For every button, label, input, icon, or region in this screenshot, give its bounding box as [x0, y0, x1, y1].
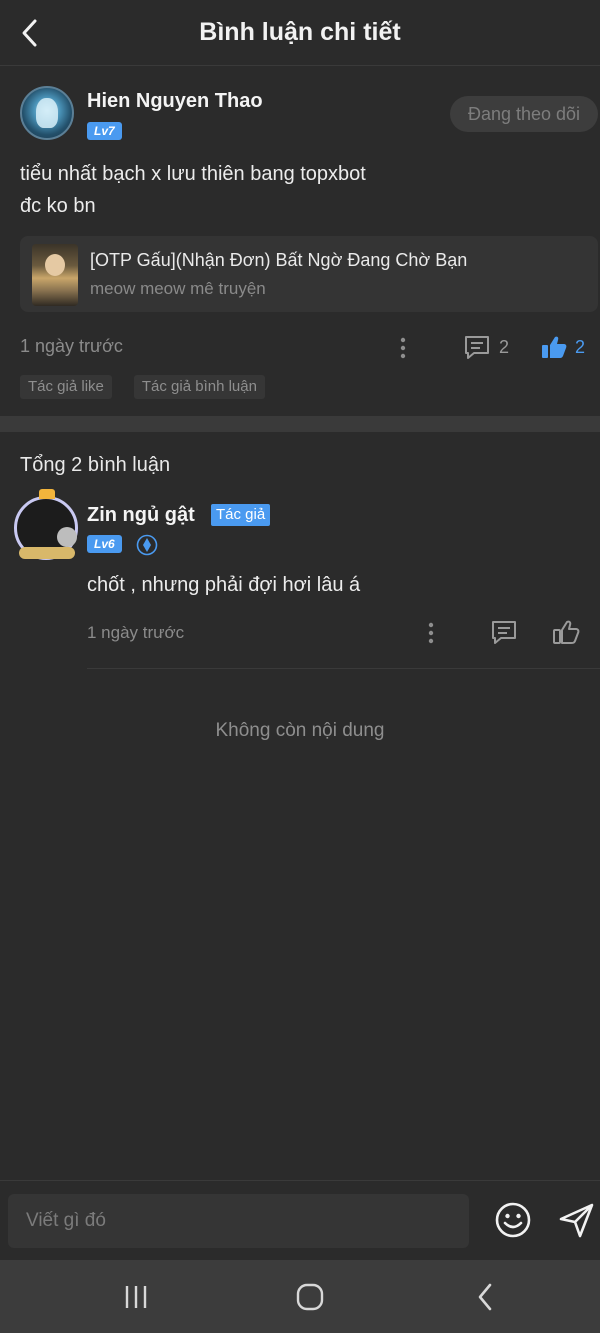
tag-author-comment: Tác giả bình luận	[133, 375, 265, 399]
emoji-button[interactable]	[494, 1201, 532, 1239]
story-cover-image	[32, 244, 78, 306]
story-author: meow meow mê truyện	[90, 279, 266, 298]
section-divider	[0, 416, 600, 432]
level-badge: Lv6	[87, 535, 122, 553]
back-icon	[478, 1283, 492, 1311]
avatar[interactable]	[14, 489, 78, 560]
system-back-button[interactable]	[466, 1280, 506, 1314]
end-of-list-label: Không còn nội dung	[215, 720, 385, 741]
avatar[interactable]	[20, 86, 74, 140]
username[interactable]: Zin ngủ gật	[87, 504, 195, 527]
total-comments-label: Tổng 2 bình luận	[20, 454, 171, 476]
story-card[interactable]: [OTP Gấu](Nhận Đơn) Bất Ngờ Đang Chờ Bạn…	[20, 236, 598, 312]
comment-count: 2	[499, 337, 510, 357]
comment-count-button[interactable]: 2	[463, 334, 523, 362]
tag-list: Tác giả like Tác giả bình luận	[20, 375, 265, 399]
like-button[interactable]: 2	[540, 334, 595, 362]
thumb-up-icon[interactable]	[552, 618, 580, 646]
recent-apps-button[interactable]	[116, 1280, 156, 1314]
story-title: [OTP Gấu](Nhận Đơn) Bất Ngờ Đang Chờ Bạn	[90, 250, 468, 270]
comment-icon[interactable]	[490, 619, 518, 645]
top-bar: Bình luận chi tiết	[0, 0, 600, 66]
comment-actions: 1 ngày trước 2 2	[0, 334, 600, 364]
reply-text: chốt , nhưng phải đợi hơi lâu á	[87, 574, 361, 596]
system-nav-bar	[0, 1260, 600, 1333]
emoji-icon	[495, 1202, 531, 1238]
more-vertical-icon[interactable]	[424, 621, 438, 645]
follow-button[interactable]: Đang theo dõi	[450, 96, 598, 132]
timestamp: 1 ngày trước	[20, 336, 123, 356]
more-vertical-icon[interactable]	[396, 336, 410, 360]
comment-text: tiểu nhất bạch x lưu thiên bang topxbot …	[20, 158, 366, 222]
home-button[interactable]	[290, 1280, 330, 1314]
main-comment: Hien Nguyen Thao Lv7 Đang theo dõi tiểu …	[0, 66, 600, 416]
recent-apps-icon	[125, 1286, 147, 1308]
home-icon	[296, 1283, 324, 1311]
level-badge: Lv7	[87, 122, 122, 140]
page-title: Bình luận chi tiết	[199, 18, 401, 46]
thumb-up-icon	[542, 336, 567, 358]
verified-icon	[136, 534, 158, 556]
tag-author-like: Tác giả like	[20, 375, 112, 399]
divider	[87, 668, 600, 669]
username[interactable]: Hien Nguyen Thao	[87, 90, 263, 113]
comment-text-line: tiểu nhất bạch x lưu thiên bang topxbot	[20, 163, 366, 185]
author-badge: Tác giả	[211, 504, 271, 526]
reply-item: Zin ngủ gật Tác giả Lv6 chốt , nhưng phả…	[0, 488, 600, 669]
comment-icon	[465, 336, 489, 359]
timestamp: 1 ngày trước	[87, 623, 185, 642]
comment-input[interactable]	[8, 1194, 469, 1248]
comment-input-bar	[0, 1180, 600, 1260]
send-icon	[559, 1203, 594, 1238]
send-button[interactable]	[558, 1201, 596, 1239]
comment-text-line: đc ko bn	[20, 195, 96, 217]
like-count: 2	[575, 337, 586, 357]
